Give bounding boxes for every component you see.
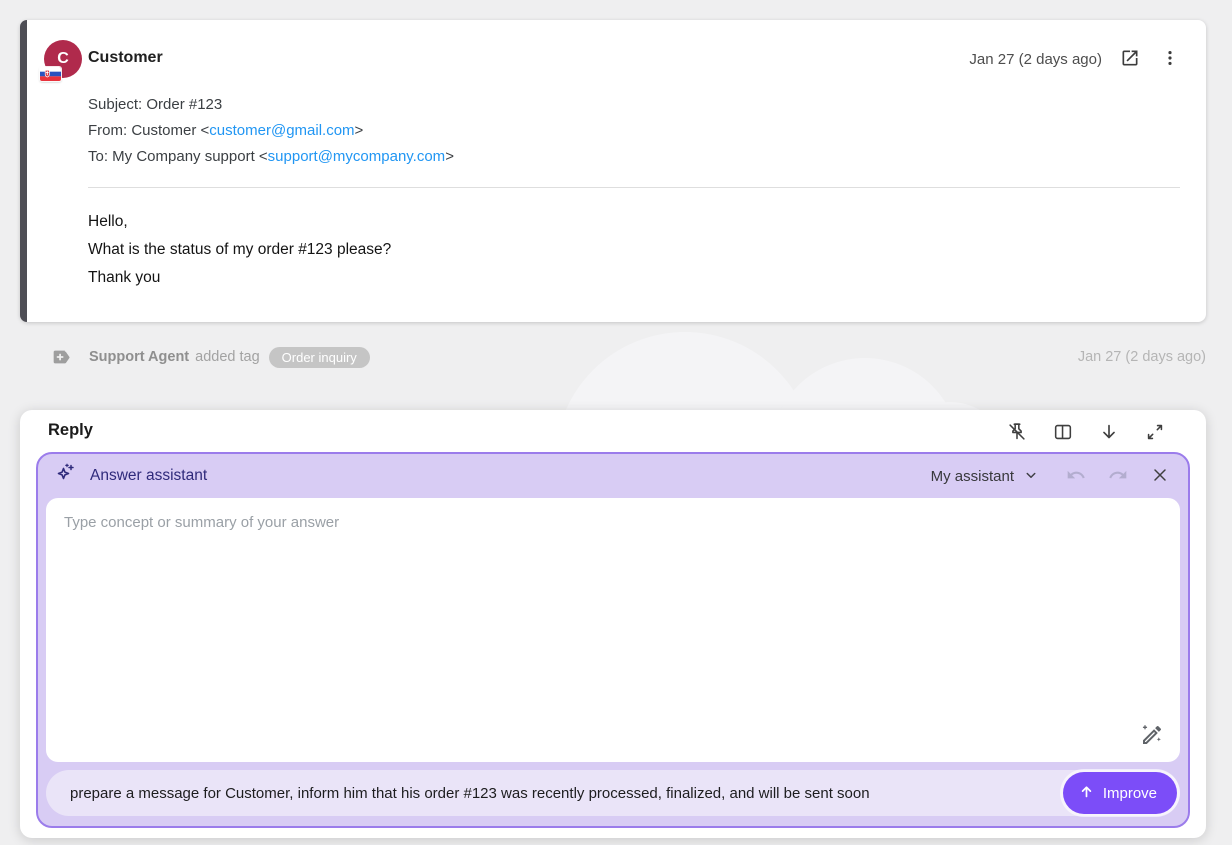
from-line: From: Customer <customer@gmail.com> bbox=[88, 118, 454, 144]
body-line: Thank you bbox=[88, 264, 391, 292]
split-view-icon bbox=[1052, 421, 1074, 446]
assistant-selector[interactable]: My assistant bbox=[925, 465, 1046, 488]
sparkles-icon bbox=[54, 462, 78, 491]
activity-action: added tag bbox=[195, 349, 260, 365]
sender-name: Customer bbox=[88, 49, 163, 67]
magic-pencil-icon bbox=[1140, 723, 1164, 750]
redo-button[interactable] bbox=[1106, 463, 1130, 490]
assistant-header: Answer assistant My assistant bbox=[38, 454, 1188, 498]
activity-row: Support Agent added tag Order inquiry Ja… bbox=[20, 342, 1206, 372]
from-suffix: > bbox=[355, 122, 364, 139]
prompt-row: Improve bbox=[46, 770, 1180, 816]
close-assistant-button[interactable] bbox=[1148, 463, 1172, 490]
from-email-link[interactable]: customer@gmail.com bbox=[209, 122, 354, 139]
subject-line: Subject: Order #123 bbox=[88, 92, 454, 118]
customer-avatar: C bbox=[44, 40, 82, 78]
to-suffix: > bbox=[445, 148, 454, 165]
assistant-selector-value: My assistant bbox=[931, 468, 1014, 485]
improve-button-label: Improve bbox=[1103, 785, 1157, 802]
assistant-editor bbox=[46, 498, 1180, 762]
chevron-down-icon bbox=[1022, 466, 1040, 487]
activity-agent-name: Support Agent bbox=[89, 349, 189, 365]
close-icon bbox=[1150, 465, 1170, 488]
slovakia-flag-icon bbox=[40, 67, 61, 81]
tag-badge: Order inquiry bbox=[269, 347, 370, 368]
to-email-link[interactable]: support@mycompany.com bbox=[268, 148, 446, 165]
body-line: Hello, bbox=[88, 208, 391, 236]
pin-off-icon bbox=[1006, 421, 1028, 446]
expand-icon bbox=[1144, 421, 1166, 446]
from-label: From: Customer < bbox=[88, 122, 209, 139]
arrow-down-icon bbox=[1098, 421, 1120, 446]
answer-assistant-panel: Answer assistant My assistant bbox=[36, 452, 1190, 828]
assistant-header-actions: My assistant bbox=[925, 463, 1172, 490]
split-view-button[interactable] bbox=[1050, 419, 1076, 448]
kebab-menu-button[interactable] bbox=[1158, 46, 1182, 73]
to-label: To: My Company support < bbox=[88, 148, 268, 165]
body-line: What is the status of my order #123 plea… bbox=[88, 236, 391, 264]
kebab-menu-icon bbox=[1160, 48, 1180, 71]
open-in-new-button[interactable] bbox=[1118, 46, 1142, 73]
avatar-letter: C bbox=[57, 50, 69, 68]
answer-editor-textarea[interactable] bbox=[46, 498, 1180, 762]
activity-date: Jan 27 (2 days ago) bbox=[1078, 349, 1206, 365]
arrow-up-icon bbox=[1078, 783, 1095, 804]
magic-pencil-button[interactable] bbox=[1138, 721, 1166, 752]
expand-button[interactable] bbox=[1142, 419, 1168, 448]
undo-button[interactable] bbox=[1064, 463, 1088, 490]
reply-title: Reply bbox=[48, 421, 93, 440]
email-header-actions: Jan 27 (2 days ago) bbox=[969, 46, 1182, 73]
reply-card: Reply bbox=[20, 410, 1206, 838]
improve-button[interactable]: Improve bbox=[1063, 772, 1177, 814]
email-message-card: C Customer Jan 27 (2 days ago) bbox=[20, 20, 1206, 322]
unpin-button[interactable] bbox=[1004, 419, 1030, 448]
email-divider bbox=[88, 187, 1180, 188]
reply-toolbar bbox=[1004, 419, 1168, 448]
tag-add-icon bbox=[50, 346, 72, 368]
email-body: Hello, What is the status of my order #1… bbox=[88, 208, 391, 292]
assistant-title: Answer assistant bbox=[90, 467, 207, 485]
improve-prompt-input[interactable] bbox=[68, 784, 1051, 803]
open-in-new-icon bbox=[1120, 48, 1140, 71]
email-meta: Subject: Order #123 From: Customer <cust… bbox=[88, 92, 454, 170]
left-accent-bar bbox=[20, 20, 27, 322]
to-line: To: My Company support <support@mycompan… bbox=[88, 144, 454, 170]
collapse-button[interactable] bbox=[1096, 419, 1122, 448]
email-date: Jan 27 (2 days ago) bbox=[969, 51, 1102, 68]
redo-icon bbox=[1108, 465, 1128, 488]
undo-icon bbox=[1066, 465, 1086, 488]
